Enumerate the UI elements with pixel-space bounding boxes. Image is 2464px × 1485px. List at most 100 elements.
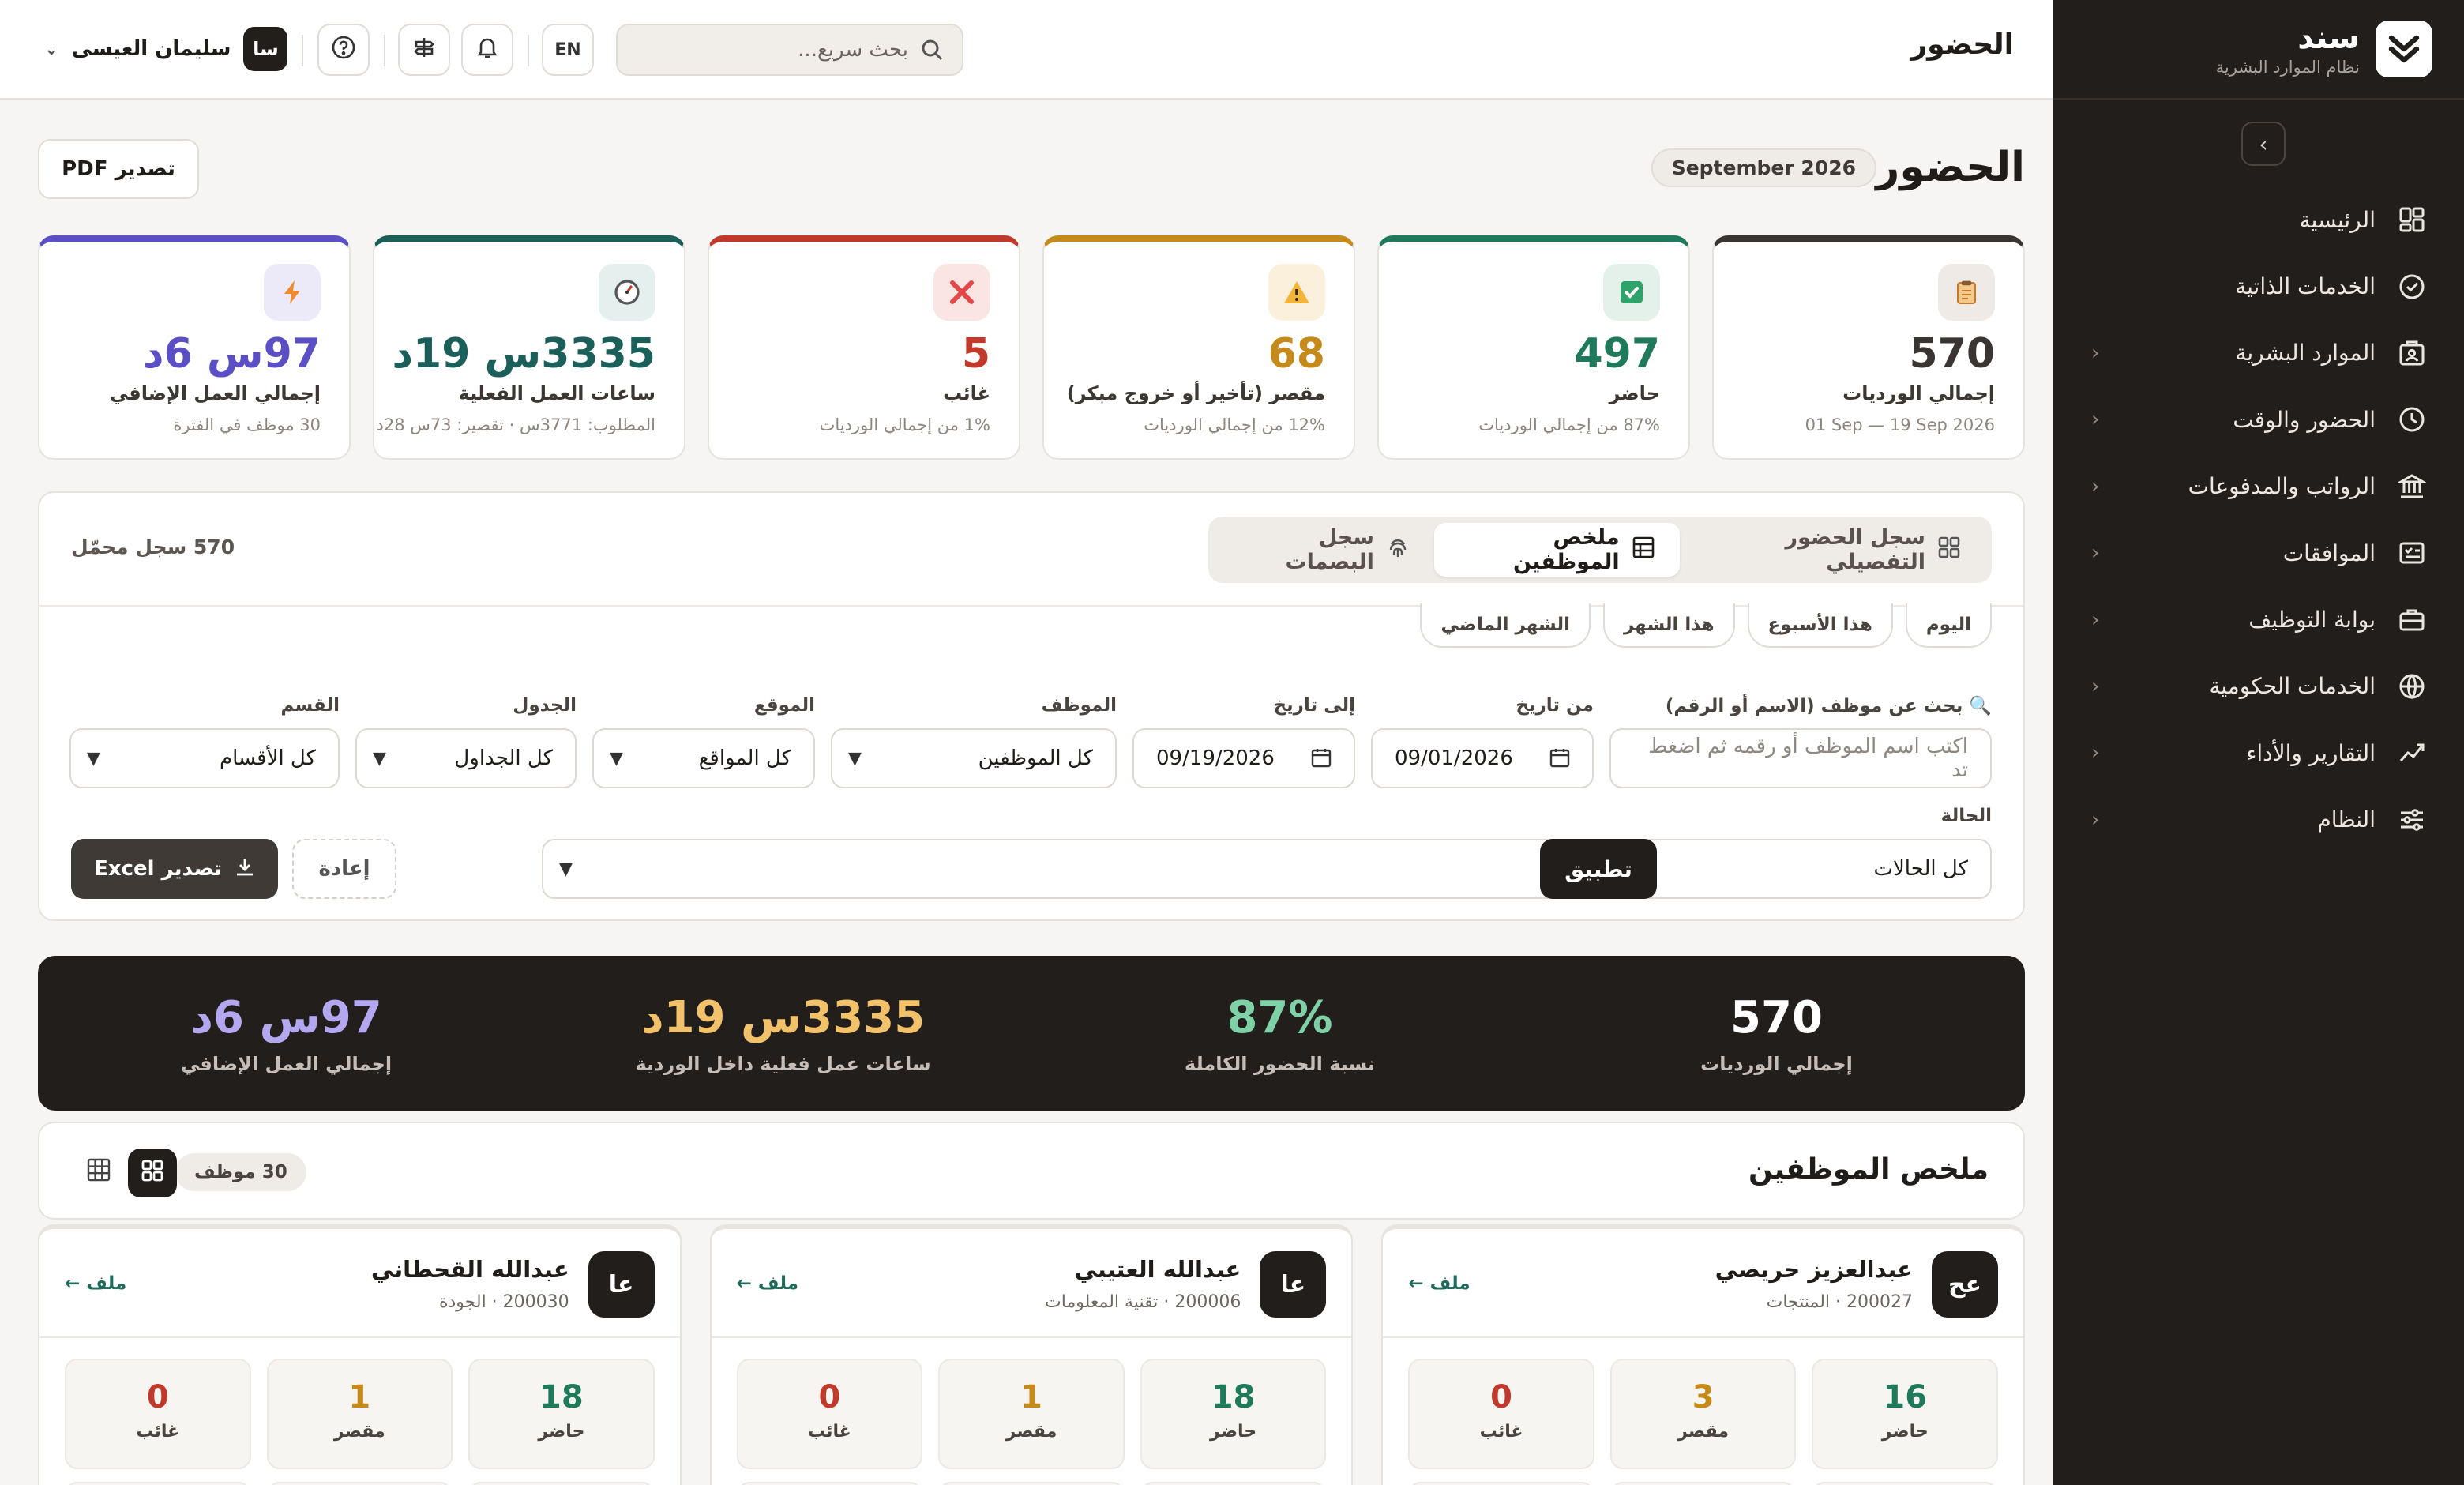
tab-label: سجل الحضور التفصيلي <box>1785 525 1925 574</box>
kpi-label: حاضر <box>1609 382 1660 404</box>
sidebar-item-system[interactable]: النظام ‹ <box>2053 787 2464 853</box>
chevron-left-icon: ‹ <box>2091 340 2100 365</box>
hr-icon <box>2395 336 2429 370</box>
language-toggle-button[interactable]: EN <box>542 24 594 76</box>
employee-meta: 200030 · الجودة <box>438 1292 569 1312</box>
schedule-select[interactable]: كل الجداول ▼ <box>355 728 577 788</box>
clock-icon <box>2395 402 2429 437</box>
sidebar-item-reports[interactable]: التقارير والأداء ‹ <box>2053 720 2464 786</box>
user-menu[interactable]: سا سليمان العيسى ⌄ <box>44 27 288 71</box>
to-date-label: إلى تاريخ <box>1273 695 1355 716</box>
kpi-subtext: 01 Sep — 19 Sep 2026 <box>1805 415 1995 434</box>
profile-link[interactable]: ملف ← <box>65 1273 126 1294</box>
stat-present: 18 حاضر <box>1140 1359 1327 1469</box>
status-select[interactable]: كل الحالات ▼ <box>542 839 1992 899</box>
stat-absent: 0 غائب <box>1408 1359 1594 1469</box>
sidebar-item-label: الخدمات الحكومية <box>2209 673 2376 700</box>
department-select[interactable]: كل الأقسام ▼ <box>69 728 340 788</box>
from-date-input[interactable]: 09/01/2026 <box>1371 728 1594 788</box>
kpi-subtext: المطلوب: 3771س · تقصير: 73س 28د <box>376 415 655 434</box>
fingerprint-icon <box>1387 536 1409 564</box>
tab-detailed-log[interactable]: سجل الحضور التفصيلي <box>1680 523 1985 577</box>
divider <box>39 1336 680 1338</box>
quick-filter-today[interactable]: اليوم <box>1905 603 1992 648</box>
tab-fingerprint-log[interactable]: سجل البصمات <box>1215 523 1434 577</box>
kpi-subtext: 12% من إجمالي الورديات <box>1144 415 1325 434</box>
summary-attendance-rate: 87% نسبة الحضور الكاملة <box>1185 991 1375 1075</box>
self-service-icon <box>2395 269 2429 304</box>
brand-logo-icon <box>2376 21 2432 77</box>
approvals-icon <box>2395 536 2429 570</box>
tab-label: سجل البصمات <box>1285 525 1374 574</box>
sidebar-item-hr[interactable]: الموارد البشرية ‹ <box>2053 320 2464 386</box>
chevron-left-icon: ‹ <box>2091 408 2100 432</box>
brand[interactable]: سند نظام الموارد البشرية <box>2053 0 2464 100</box>
stat-late: 3 مقصر <box>1609 1359 1797 1469</box>
sidebar-item-approvals[interactable]: الموافقات ‹ <box>2053 520 2464 586</box>
card-view-button[interactable] <box>128 1149 177 1197</box>
apply-button[interactable]: تطبيق <box>1540 839 1657 899</box>
sliders-icon <box>2395 803 2429 837</box>
kpi-value: 570 <box>1909 330 1995 378</box>
sidebar-item-label: الخدمات الذاتية <box>2235 273 2376 300</box>
quick-filter-this-month[interactable]: هذا الشهر <box>1602 603 1735 648</box>
divider <box>384 35 385 66</box>
chevron-down-icon: ⌄ <box>44 39 59 59</box>
kpi-value: 3335س 19د <box>392 330 655 378</box>
table-view-button[interactable] <box>74 1149 123 1197</box>
sidebar-item-home[interactable]: الرئيسية <box>2053 186 2464 253</box>
announcements-button[interactable] <box>398 24 450 76</box>
employee-filter-label: الموظف <box>1041 695 1117 716</box>
chart-icon <box>2395 735 2429 770</box>
bell-icon <box>475 35 500 65</box>
employee-search-input[interactable]: اكتب اسم الموظف أو رقمه ثم اضغط تد <box>1609 728 1992 788</box>
stat-absent: 0 غائب <box>64 1359 251 1469</box>
quick-filter-last-month[interactable]: الشهر الماضي <box>1420 603 1591 648</box>
profile-link[interactable]: ملف ← <box>737 1273 798 1294</box>
employee-card[interactable]: عا عبدالله القحطاني 200030 · الجودة ملف … <box>37 1224 682 1485</box>
kpi-value: 5 <box>961 330 990 378</box>
employee-select[interactable]: كل الموظفين ▼ <box>831 728 1117 788</box>
kpi-label: غائب <box>943 382 990 404</box>
profile-link[interactable]: ملف ← <box>1408 1273 1470 1294</box>
sidebar-collapse-button[interactable]: › <box>2241 122 2286 166</box>
location-filter-label: الموقع <box>753 695 815 716</box>
quick-filter-this-week[interactable]: هذا الأسبوع <box>1747 603 1893 648</box>
reset-button[interactable]: إعادة <box>292 839 396 899</box>
x-icon <box>933 264 990 321</box>
quick-search-input[interactable]: بحث سريع... <box>616 24 963 76</box>
main-content: الحضور September 2026 تصدير PDF 570 إجما… <box>0 100 2063 1485</box>
employee-card[interactable]: عح عبدالعزيز حريصي 200027 · المنتجات ملف… <box>1381 1224 2025 1485</box>
search-icon <box>921 39 943 61</box>
sidebar-item-label: الرواتب والمدفوعات <box>2188 473 2376 500</box>
sidebar-item-self-service[interactable]: الخدمات الذاتية <box>2053 253 2464 319</box>
to-date-input[interactable]: 09/19/2026 <box>1132 728 1355 788</box>
notifications-button[interactable] <box>461 24 513 76</box>
sidebar-item-recruitment[interactable]: بوابة التوظيف ‹ <box>2053 586 2464 652</box>
kpi-value: 68 <box>1268 330 1325 378</box>
export-excel-button[interactable]: تصدير Excel <box>71 839 278 899</box>
sidebar-item-government[interactable]: الخدمات الحكومية ‹ <box>2053 653 2464 720</box>
help-button[interactable] <box>317 24 370 76</box>
employee-name: عبدالله العتيبي <box>1074 1256 1241 1283</box>
sidebar-item-label: الموارد البشرية <box>2235 340 2376 367</box>
employee-stats-more <box>64 1482 655 1485</box>
sidebar-item-label: النظام <box>2317 806 2376 833</box>
sidebar-item-payroll[interactable]: الرواتب والمدفوعات ‹ <box>2053 453 2464 520</box>
export-pdf-button[interactable]: تصدير PDF <box>38 139 199 199</box>
kpi-label: إجمالي العمل الإضافي <box>109 382 321 404</box>
sidebar-item-attendance[interactable]: الحضور والوقت ‹ <box>2053 386 2464 453</box>
topbar-title: الحضور <box>1910 28 2014 61</box>
calendar-icon <box>1549 747 1570 773</box>
clipboard-icon <box>1938 264 1995 321</box>
location-select[interactable]: كل المواقع ▼ <box>592 728 815 788</box>
employee-name: عبدالعزيز حريصي <box>1715 1256 1913 1283</box>
employee-card[interactable]: عا عبدالله العتيبي 200006 · تقنية المعلو… <box>709 1224 1354 1485</box>
chevron-left-icon: ‹ <box>2091 541 2100 566</box>
kpi-actual-hours: 3335س 19د ساعات العمل الفعلية المطلوب: 3… <box>373 235 685 460</box>
kpi-label: إجمالي الورديات <box>1842 382 1995 404</box>
kpi-subtext: 87% من إجمالي الورديات <box>1478 415 1660 434</box>
language-label: EN <box>554 39 581 60</box>
employee-stats-more <box>1408 1482 1998 1485</box>
tab-employee-summary[interactable]: ملخص الموظفين <box>1433 523 1680 577</box>
